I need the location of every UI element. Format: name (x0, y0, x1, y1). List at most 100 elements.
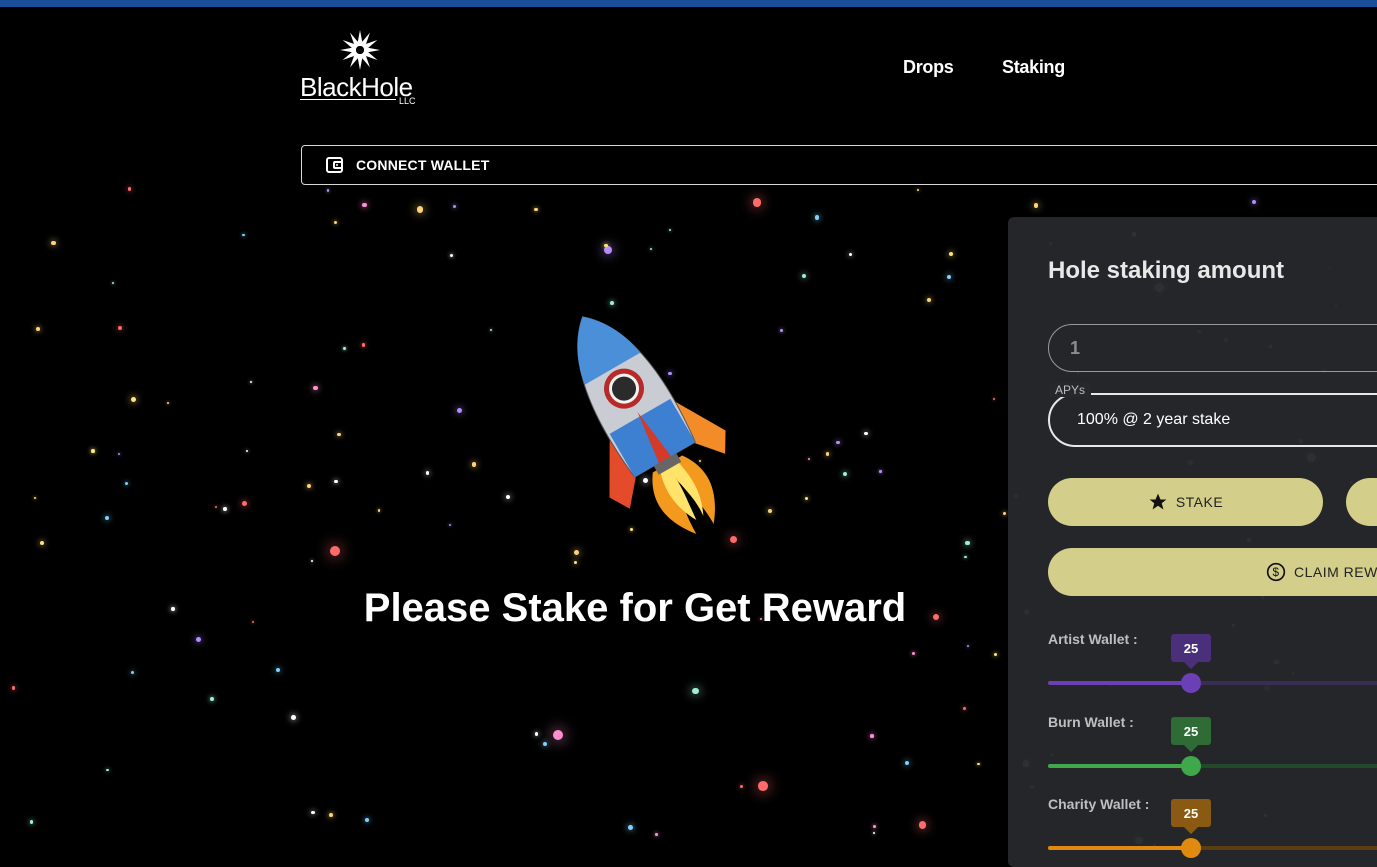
star (111, 281, 115, 285)
star (505, 495, 510, 500)
star (275, 667, 281, 672)
star (916, 188, 920, 192)
star (334, 479, 338, 484)
star (758, 781, 768, 791)
star (802, 274, 807, 279)
star (534, 732, 539, 736)
star (691, 687, 699, 695)
nav-staking[interactable]: Staking (1002, 57, 1065, 78)
star (39, 541, 44, 546)
star (171, 607, 175, 611)
star (245, 449, 248, 453)
star (489, 329, 492, 332)
claim-reward-label: CLAIM REWA (1294, 564, 1377, 580)
browser-top-bar (0, 0, 1377, 7)
star (552, 730, 563, 741)
stake-amount-value: 1 (1070, 337, 1081, 358)
burn-wallet-slider[interactable] (1048, 764, 1377, 768)
star (131, 396, 137, 402)
star (872, 825, 876, 829)
star (104, 516, 110, 521)
secondary-action-button[interactable] (1346, 478, 1377, 526)
star (628, 825, 633, 830)
star (306, 484, 311, 489)
apy-select[interactable]: 100% @ 2 year stake (1048, 393, 1377, 447)
stake-button[interactable]: STAKE (1048, 478, 1323, 526)
star (918, 821, 927, 829)
star (842, 471, 848, 477)
artist-wallet-slider-thumb[interactable] (1181, 673, 1201, 693)
star (452, 205, 457, 209)
star (223, 506, 228, 511)
star (214, 505, 217, 508)
artist-wallet-slider[interactable] (1048, 681, 1377, 685)
charity-wallet-slider-thumb[interactable] (1181, 838, 1201, 858)
blackhole-swirl-icon (340, 30, 380, 70)
star (752, 198, 762, 207)
star (604, 246, 613, 254)
artist-wallet-slider-fill (1048, 681, 1191, 685)
star (912, 651, 916, 655)
charity-wallet-value-tooltip: 25 (1171, 799, 1211, 827)
star (329, 545, 340, 556)
star (167, 401, 170, 404)
star (449, 254, 453, 258)
burn-wallet-slider-thumb[interactable] (1181, 756, 1201, 776)
apy-field-label: APYs (1049, 383, 1092, 397)
blackhole-logo[interactable]: BlackHole LLC (300, 28, 425, 108)
star (967, 644, 970, 647)
star-icon (1149, 493, 1167, 510)
charity-wallet-slider-fill (1048, 846, 1191, 850)
star (993, 652, 997, 656)
star (1033, 203, 1039, 209)
star (365, 818, 370, 823)
star (604, 243, 608, 248)
hero-message: Please Stake for Get Reward (363, 586, 907, 630)
star (127, 187, 132, 192)
dollar-coin-icon: $ (1266, 562, 1286, 582)
apy-selected-value: 100% @ 2 year stake (1077, 411, 1231, 428)
star (863, 431, 868, 436)
connect-wallet-button[interactable]: CONNECT WALLET (301, 145, 1377, 185)
nav-drops[interactable]: Drops (903, 57, 954, 78)
star (1003, 511, 1007, 515)
star (36, 327, 41, 332)
star (815, 215, 820, 220)
charity-wallet-slider[interactable] (1048, 846, 1377, 850)
star (337, 432, 342, 437)
star (333, 220, 337, 224)
star (196, 636, 202, 642)
star (457, 408, 462, 414)
star (848, 252, 853, 256)
star (449, 523, 452, 527)
star (118, 453, 121, 456)
burn-wallet-slider-fill (1048, 764, 1191, 768)
star (964, 555, 967, 559)
star (962, 706, 967, 710)
star (654, 833, 658, 837)
charity-wallet-label: Charity Wallet : (1048, 796, 1150, 812)
star (780, 329, 783, 332)
star (242, 233, 245, 236)
star (251, 620, 255, 624)
star (977, 762, 980, 766)
star (250, 381, 253, 384)
rocket-illustration (577, 316, 726, 534)
claim-reward-button[interactable]: $ CLAIM REWA (1048, 548, 1377, 596)
star (326, 189, 330, 192)
star (33, 497, 36, 500)
svg-text:$: $ (1273, 566, 1280, 579)
star (313, 385, 318, 391)
logo-llc: LLC (399, 96, 416, 106)
star (965, 540, 970, 546)
stake-label: STAKE (1175, 494, 1224, 510)
logo-underline (300, 99, 396, 100)
star (649, 248, 652, 251)
connect-wallet-label: CONNECT WALLET (356, 157, 490, 173)
star (543, 742, 548, 747)
star (804, 496, 809, 500)
star (377, 509, 380, 512)
star (879, 470, 882, 473)
star (11, 686, 15, 690)
stake-amount-input[interactable]: 1 (1048, 324, 1377, 372)
